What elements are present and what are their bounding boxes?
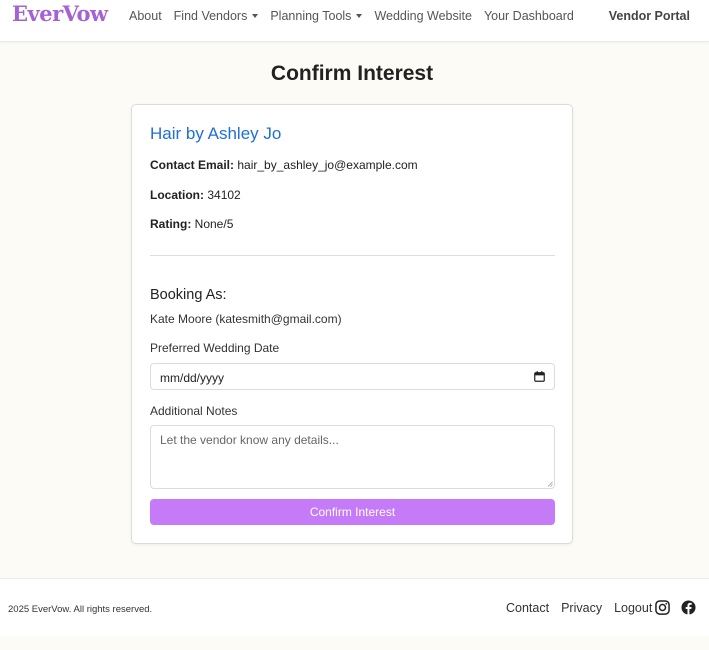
contact-email-line: Contact Email: hair_by_ashley_jo@example… (150, 158, 418, 172)
location-label: Location: (150, 188, 204, 202)
copyright-text: 2025 EverVow. All rights reserved. (8, 604, 153, 615)
caret-down-icon (252, 14, 259, 18)
vendor-portal-link[interactable]: Vendor Portal (609, 9, 690, 23)
location-line: Location: 34102 (150, 188, 241, 202)
top-navbar: EverVow About Find Vendors Planning Tool… (0, 0, 709, 42)
booking-as-heading: Booking As: (150, 287, 227, 303)
footer-logout-link[interactable]: Logout (614, 601, 652, 615)
footer-links: Contact Privacy Logout (506, 601, 664, 615)
confirm-interest-card: Hair by Ashley Jo Contact Email: hair_by… (131, 104, 573, 544)
resize-handle-icon[interactable] (547, 481, 553, 487)
nav-wedding-website-label: Wedding Website (374, 9, 472, 23)
footer-privacy-link[interactable]: Privacy (561, 601, 602, 615)
nav-wedding-website[interactable]: Wedding Website (374, 9, 472, 23)
wedding-date-input[interactable]: mm/dd/yyyy (150, 363, 555, 390)
rating-line: Rating: None/5 (150, 217, 233, 231)
location-value: 34102 (207, 188, 241, 202)
page-title: Confirm Interest (270, 62, 434, 85)
rating-value: None/5 (194, 217, 234, 231)
caret-down-icon (356, 14, 363, 18)
booking-user: Kate Moore (katesmith@gmail.com) (150, 312, 342, 326)
nav-find-vendors[interactable]: Find Vendors (174, 9, 259, 23)
nav-about[interactable]: About (129, 9, 162, 23)
contact-email-value: hair_by_ashley_jo@example.com (237, 158, 418, 172)
wedding-date-label: Preferred Wedding Date (150, 341, 280, 355)
notes-placeholder: Let the vendor know any details... (160, 433, 339, 447)
instagram-icon[interactable] (655, 600, 670, 615)
facebook-icon[interactable] (681, 600, 696, 615)
brand-logo[interactable]: EverVow (12, 1, 108, 26)
footer: 2025 EverVow. All rights reserved. Conta… (0, 578, 709, 636)
rating-label: Rating: (150, 217, 192, 231)
nav-about-label: About (129, 9, 162, 23)
divider (150, 255, 555, 256)
nav-find-vendors-label: Find Vendors (173, 9, 248, 23)
nav-planning-tools[interactable]: Planning Tools (270, 9, 363, 23)
nav-your-dashboard[interactable]: Your Dashboard (484, 9, 574, 23)
additional-notes-textarea[interactable]: Let the vendor know any details... (150, 425, 555, 489)
contact-email-label: Contact Email: (150, 158, 235, 172)
additional-notes-label: Additional Notes (150, 404, 238, 418)
vendor-name: Hair by Ashley Jo (150, 124, 282, 143)
nav-links: About Find Vendors Planning Tools Weddin… (129, 9, 586, 23)
calendar-icon[interactable] (534, 371, 545, 382)
confirm-interest-button[interactable]: Confirm Interest (150, 499, 555, 525)
nav-your-dashboard-label: Your Dashboard (483, 9, 574, 23)
nav-planning-tools-label: Planning Tools (270, 9, 352, 23)
wedding-date-value: mm/dd/yyyy (160, 371, 225, 385)
footer-contact-link[interactable]: Contact (506, 601, 549, 615)
